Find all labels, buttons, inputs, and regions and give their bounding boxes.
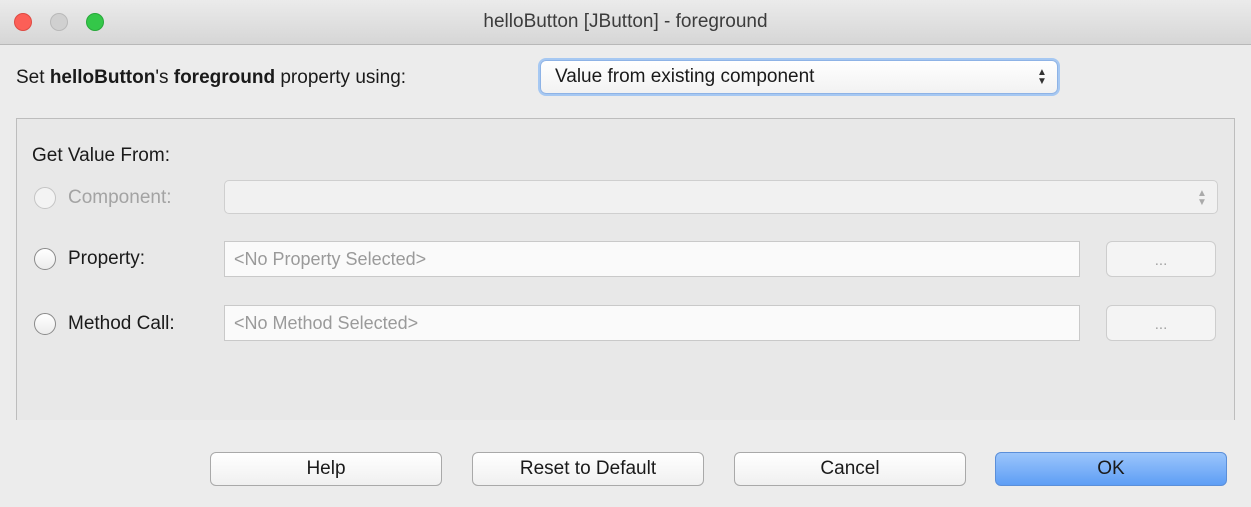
- group-title: Get Value From:: [32, 145, 170, 166]
- property-field[interactable]: <No Property Selected>: [224, 241, 1080, 277]
- method-call-label: Method Call:: [68, 313, 175, 334]
- property-label: Property:: [68, 248, 146, 269]
- label-prefix: Set: [16, 67, 50, 88]
- property-mode-label: Set helloButton's foreground property us…: [16, 62, 406, 94]
- property-browse-button[interactable]: ...: [1106, 241, 1216, 277]
- cancel-button[interactable]: Cancel: [734, 452, 966, 486]
- method-call-browse-button[interactable]: ...: [1106, 305, 1216, 341]
- component-label: Component:: [68, 187, 172, 208]
- component-select[interactable]: ▲ ▼: [224, 180, 1218, 214]
- method-call-radio[interactable]: [34, 313, 56, 335]
- value-source-select[interactable]: Value from existing component ▲ ▼: [540, 60, 1058, 94]
- label-suffix: property using:: [275, 67, 407, 88]
- value-source-selected: Value from existing component: [555, 66, 815, 87]
- window-title: helloButton [JButton] - foreground: [483, 11, 768, 32]
- component-name: helloButton: [49, 67, 156, 88]
- help-button[interactable]: Help: [210, 452, 442, 486]
- ok-button[interactable]: OK: [995, 452, 1227, 486]
- label-possessive: 's: [155, 67, 174, 88]
- property-name: foreground: [173, 67, 276, 88]
- method-call-field[interactable]: <No Method Selected>: [224, 305, 1080, 341]
- updown-arrows-icon: ▲ ▼: [1197, 188, 1207, 208]
- updown-arrows-icon: ▲ ▼: [1037, 67, 1047, 87]
- component-radio[interactable]: [34, 187, 56, 209]
- title-bar: helloButton [JButton] - foreground: [0, 0, 1251, 45]
- reset-to-default-button[interactable]: Reset to Default: [472, 452, 704, 486]
- property-radio[interactable]: [34, 248, 56, 270]
